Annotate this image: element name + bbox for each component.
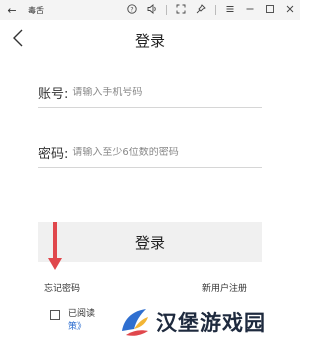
watermark-text: 汉堡游戏园 [156,311,266,335]
titlebar-divider [215,5,216,15]
agreement-row: 已阅读 策》 [50,308,95,334]
titlebar-divider [166,5,167,15]
page-title: 登录 [134,32,165,50]
fullscreen-icon[interactable] [171,4,191,17]
minimize-icon[interactable] [240,4,260,17]
annotation-arrow-icon [48,222,62,270]
svg-text:?: ? [130,6,133,13]
maximize-icon[interactable] [260,4,280,17]
password-input[interactable] [72,147,243,158]
password-field: 密码: [38,138,262,168]
window-titlebar: ← 毒舌 ? [0,0,300,20]
help-icon[interactable]: ? [122,3,142,17]
arrow-left-icon[interactable]: ← [4,4,20,17]
window-title: 毒舌 [28,5,44,15]
pin-icon[interactable] [191,3,211,17]
register-link[interactable]: 新用户注册 [202,281,247,294]
watermark: 汉堡游戏园 [118,302,266,342]
volume-icon[interactable] [142,3,162,17]
password-label: 密码: [38,147,69,162]
account-field: 账号: [38,78,262,108]
watermark-logo-icon [122,309,148,336]
agreement-checkbox[interactable] [50,310,60,320]
menu-icon[interactable] [220,4,240,17]
close-icon[interactable] [280,4,300,17]
titlebar-controls: ? [122,3,300,17]
nav-header: 登录 [0,20,300,60]
login-button[interactable]: 登录 [38,222,262,262]
forgot-password-link[interactable]: 忘记密码 [44,281,80,294]
account-label: 账号: [38,87,69,102]
account-input[interactable] [72,87,243,98]
policy-link[interactable]: 策》 [68,321,95,334]
agreement-read-label: 已阅读 [68,309,96,319]
agreement-text: 已阅读 策》 [68,308,95,334]
